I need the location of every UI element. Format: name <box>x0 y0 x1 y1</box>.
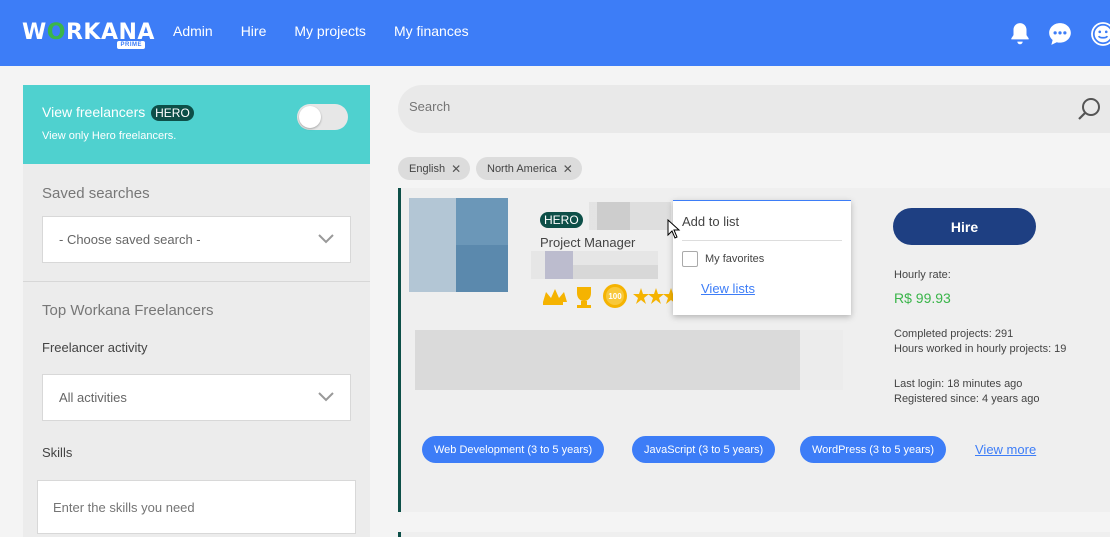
activity-value: All activities <box>59 390 127 405</box>
search-input[interactable] <box>409 99 1009 114</box>
saved-search-select[interactable]: - Choose saved search - <box>42 216 351 263</box>
prime-badge: PRIME <box>117 41 145 49</box>
hero-badge: HERO <box>151 105 194 121</box>
close-icon[interactable]: ✕ <box>451 162 461 176</box>
chevron-down-icon <box>318 234 334 244</box>
skill-tag[interactable]: JavaScript (3 to 5 years) <box>632 436 776 463</box>
last-login: Last login: 18 minutes ago <box>894 378 1023 390</box>
skills-input[interactable] <box>37 480 356 534</box>
freelancer-role: Project Manager <box>540 235 636 250</box>
saved-search-value: - Choose saved search - <box>59 232 201 247</box>
freelancer-name-blurred[interactable] <box>589 202 671 230</box>
my-favorites-label[interactable]: My favorites <box>705 253 764 265</box>
dropdown-divider <box>682 240 842 241</box>
hero-toggle[interactable] <box>297 104 348 130</box>
user-avatar-icon[interactable] <box>1090 21 1110 47</box>
hourly-rate-label: Hourly rate: <box>894 269 951 281</box>
chat-icon[interactable] <box>1047 21 1073 47</box>
logo-letter-o: O <box>46 20 66 45</box>
logo-letter: W <box>22 20 47 45</box>
hero-badge: HERO <box>540 212 583 228</box>
freelancer-activity-label: Freelancer activity <box>42 340 148 355</box>
hero-filter-subtitle: View only Hero freelancers. <box>42 130 177 142</box>
nav-hire[interactable]: Hire <box>241 23 267 39</box>
view-more-link[interactable]: View more <box>975 442 1036 457</box>
hire-button[interactable]: Hire <box>893 208 1036 245</box>
freelancer-card-next <box>398 532 1110 537</box>
nav-my-finances[interactable]: My finances <box>394 23 469 39</box>
add-to-list-dropdown: Add to list My favorites View lists <box>673 200 851 315</box>
saved-searches-label: Saved searches <box>42 185 150 202</box>
skills-label: Skills <box>42 445 73 460</box>
workana-logo[interactable]: WORKANA PRIME <box>22 20 154 52</box>
close-icon[interactable]: ✕ <box>563 162 573 176</box>
badge-100-label: 100 <box>608 292 622 301</box>
my-favorites-checkbox[interactable] <box>682 251 698 267</box>
chevron-down-icon <box>318 392 334 402</box>
chip-label: North America <box>487 162 557 175</box>
hero-filter-title: View freelancers HERO <box>42 104 194 121</box>
registered-since: Registered since: 4 years ago <box>894 393 1040 405</box>
search-bar <box>398 85 1110 133</box>
location-blurred <box>531 251 658 279</box>
bell-icon[interactable] <box>1007 21 1033 47</box>
filter-sidebar: View freelancers HERO View only Hero fre… <box>23 85 370 537</box>
view-lists-link[interactable]: View lists <box>701 281 755 296</box>
activity-select[interactable]: All activities <box>42 374 351 421</box>
skill-tag[interactable]: Web Development (3 to 5 years) <box>422 436 605 463</box>
add-to-list-title: Add to list <box>682 214 740 229</box>
mouse-cursor-icon <box>667 219 681 239</box>
top-freelancers-label: Top Workana Freelancers <box>42 302 214 319</box>
main-nav: Admin Hire My projects My finances <box>173 23 469 39</box>
completed-projects: Completed projects: 291 <box>894 328 1014 340</box>
sidebar-divider <box>23 281 370 282</box>
top-header: WORKANA PRIME Admin Hire My projects My … <box>0 0 1110 66</box>
hero-filter-box: View freelancers HERO View only Hero fre… <box>23 85 370 164</box>
chip-label: English <box>409 162 446 175</box>
nav-my-projects[interactable]: My projects <box>294 23 366 39</box>
freelancer-avatar[interactable] <box>409 198 508 292</box>
toggle-knob <box>299 106 321 128</box>
hero-filter-label: View freelancers <box>42 104 146 120</box>
description-blurred <box>415 330 843 390</box>
search-icon[interactable] <box>1077 96 1103 122</box>
hourly-rate-value: R$ 99.93 <box>894 290 951 306</box>
filter-chip-english: English ✕ <box>398 157 471 180</box>
hours-worked: Hours worked in hourly projects: 19 <box>894 343 1067 355</box>
skill-tag[interactable]: WordPress (3 to 5 years) <box>800 436 947 463</box>
filter-chip-north-america: North America ✕ <box>476 157 582 180</box>
nav-admin[interactable]: Admin <box>173 23 213 39</box>
